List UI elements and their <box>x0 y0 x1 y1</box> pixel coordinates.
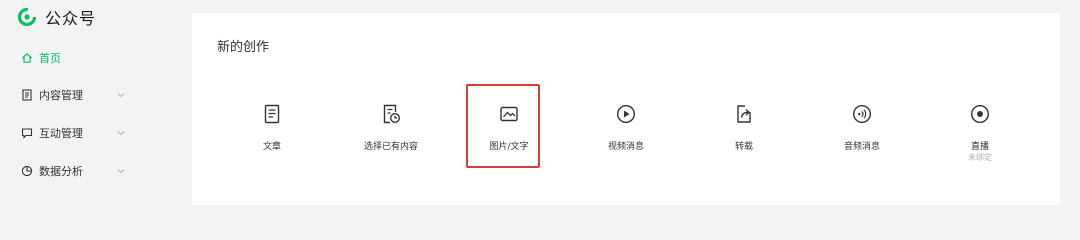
sidebar-item-interaction-management[interactable]: 互动管理 <box>0 118 178 148</box>
sidebar-item-data-analysis[interactable]: 数据分析 <box>0 156 178 186</box>
create-article-button[interactable]: 文章 <box>232 101 312 181</box>
chat-icon <box>20 127 33 140</box>
brand[interactable]: 公众号 <box>16 4 96 30</box>
sidebar-item-label: 互动管理 <box>39 127 83 140</box>
home-icon <box>20 52 33 65</box>
sidebar-item-home[interactable]: 首页 <box>0 43 178 73</box>
audio-icon <box>852 104 872 124</box>
live-unbound-status: 未绑定 <box>968 153 992 162</box>
tile-label: 转载 <box>734 142 753 152</box>
live-icon <box>970 104 990 124</box>
tile-label: 文章 <box>262 142 281 152</box>
image-text-icon <box>500 106 518 122</box>
chevron-down-icon[interactable] <box>116 128 126 138</box>
live-stream-button[interactable]: 直播 未绑定 <box>940 101 1020 181</box>
document-icon <box>20 89 33 102</box>
create-video-message-button[interactable]: 视频消息 <box>586 101 666 181</box>
section-title: 新的创作 <box>217 40 270 55</box>
sidebar-item-label: 数据分析 <box>39 165 83 178</box>
existing-content-icon <box>383 104 401 124</box>
brand-name: 公众号 <box>45 9 97 28</box>
pie-chart-icon <box>20 165 33 178</box>
chevron-down-icon[interactable] <box>116 90 126 100</box>
create-image-text-button[interactable]: 图片/文字 <box>469 101 549 181</box>
repost-button[interactable]: 转载 <box>704 101 784 181</box>
video-play-icon <box>616 104 636 124</box>
sidebar-item-content-management[interactable]: 内容管理 <box>0 80 178 110</box>
main-panel: 新的创作 文章 选择已有内容 图片/文字 视频消息 转载 音频消息 直播 未绑定 <box>192 13 1060 205</box>
tile-label: 图片/文字 <box>489 142 529 152</box>
tile-label: 直播 <box>970 142 989 152</box>
tile-label: 选择已有内容 <box>363 142 418 152</box>
wechat-mp-logo-icon <box>17 7 37 27</box>
sidebar-item-label: 首页 <box>39 52 61 65</box>
sidebar: 公众号 首页 内容管理 互动管理 数据分析 <box>0 0 178 205</box>
chevron-down-icon[interactable] <box>116 166 126 176</box>
select-existing-content-button[interactable]: 选择已有内容 <box>351 101 431 181</box>
article-icon <box>264 104 280 124</box>
create-audio-message-button[interactable]: 音频消息 <box>822 101 902 181</box>
tile-label: 音频消息 <box>843 142 880 152</box>
repost-icon <box>737 105 751 123</box>
tile-label: 视频消息 <box>607 142 644 152</box>
sidebar-item-label: 内容管理 <box>39 89 83 102</box>
